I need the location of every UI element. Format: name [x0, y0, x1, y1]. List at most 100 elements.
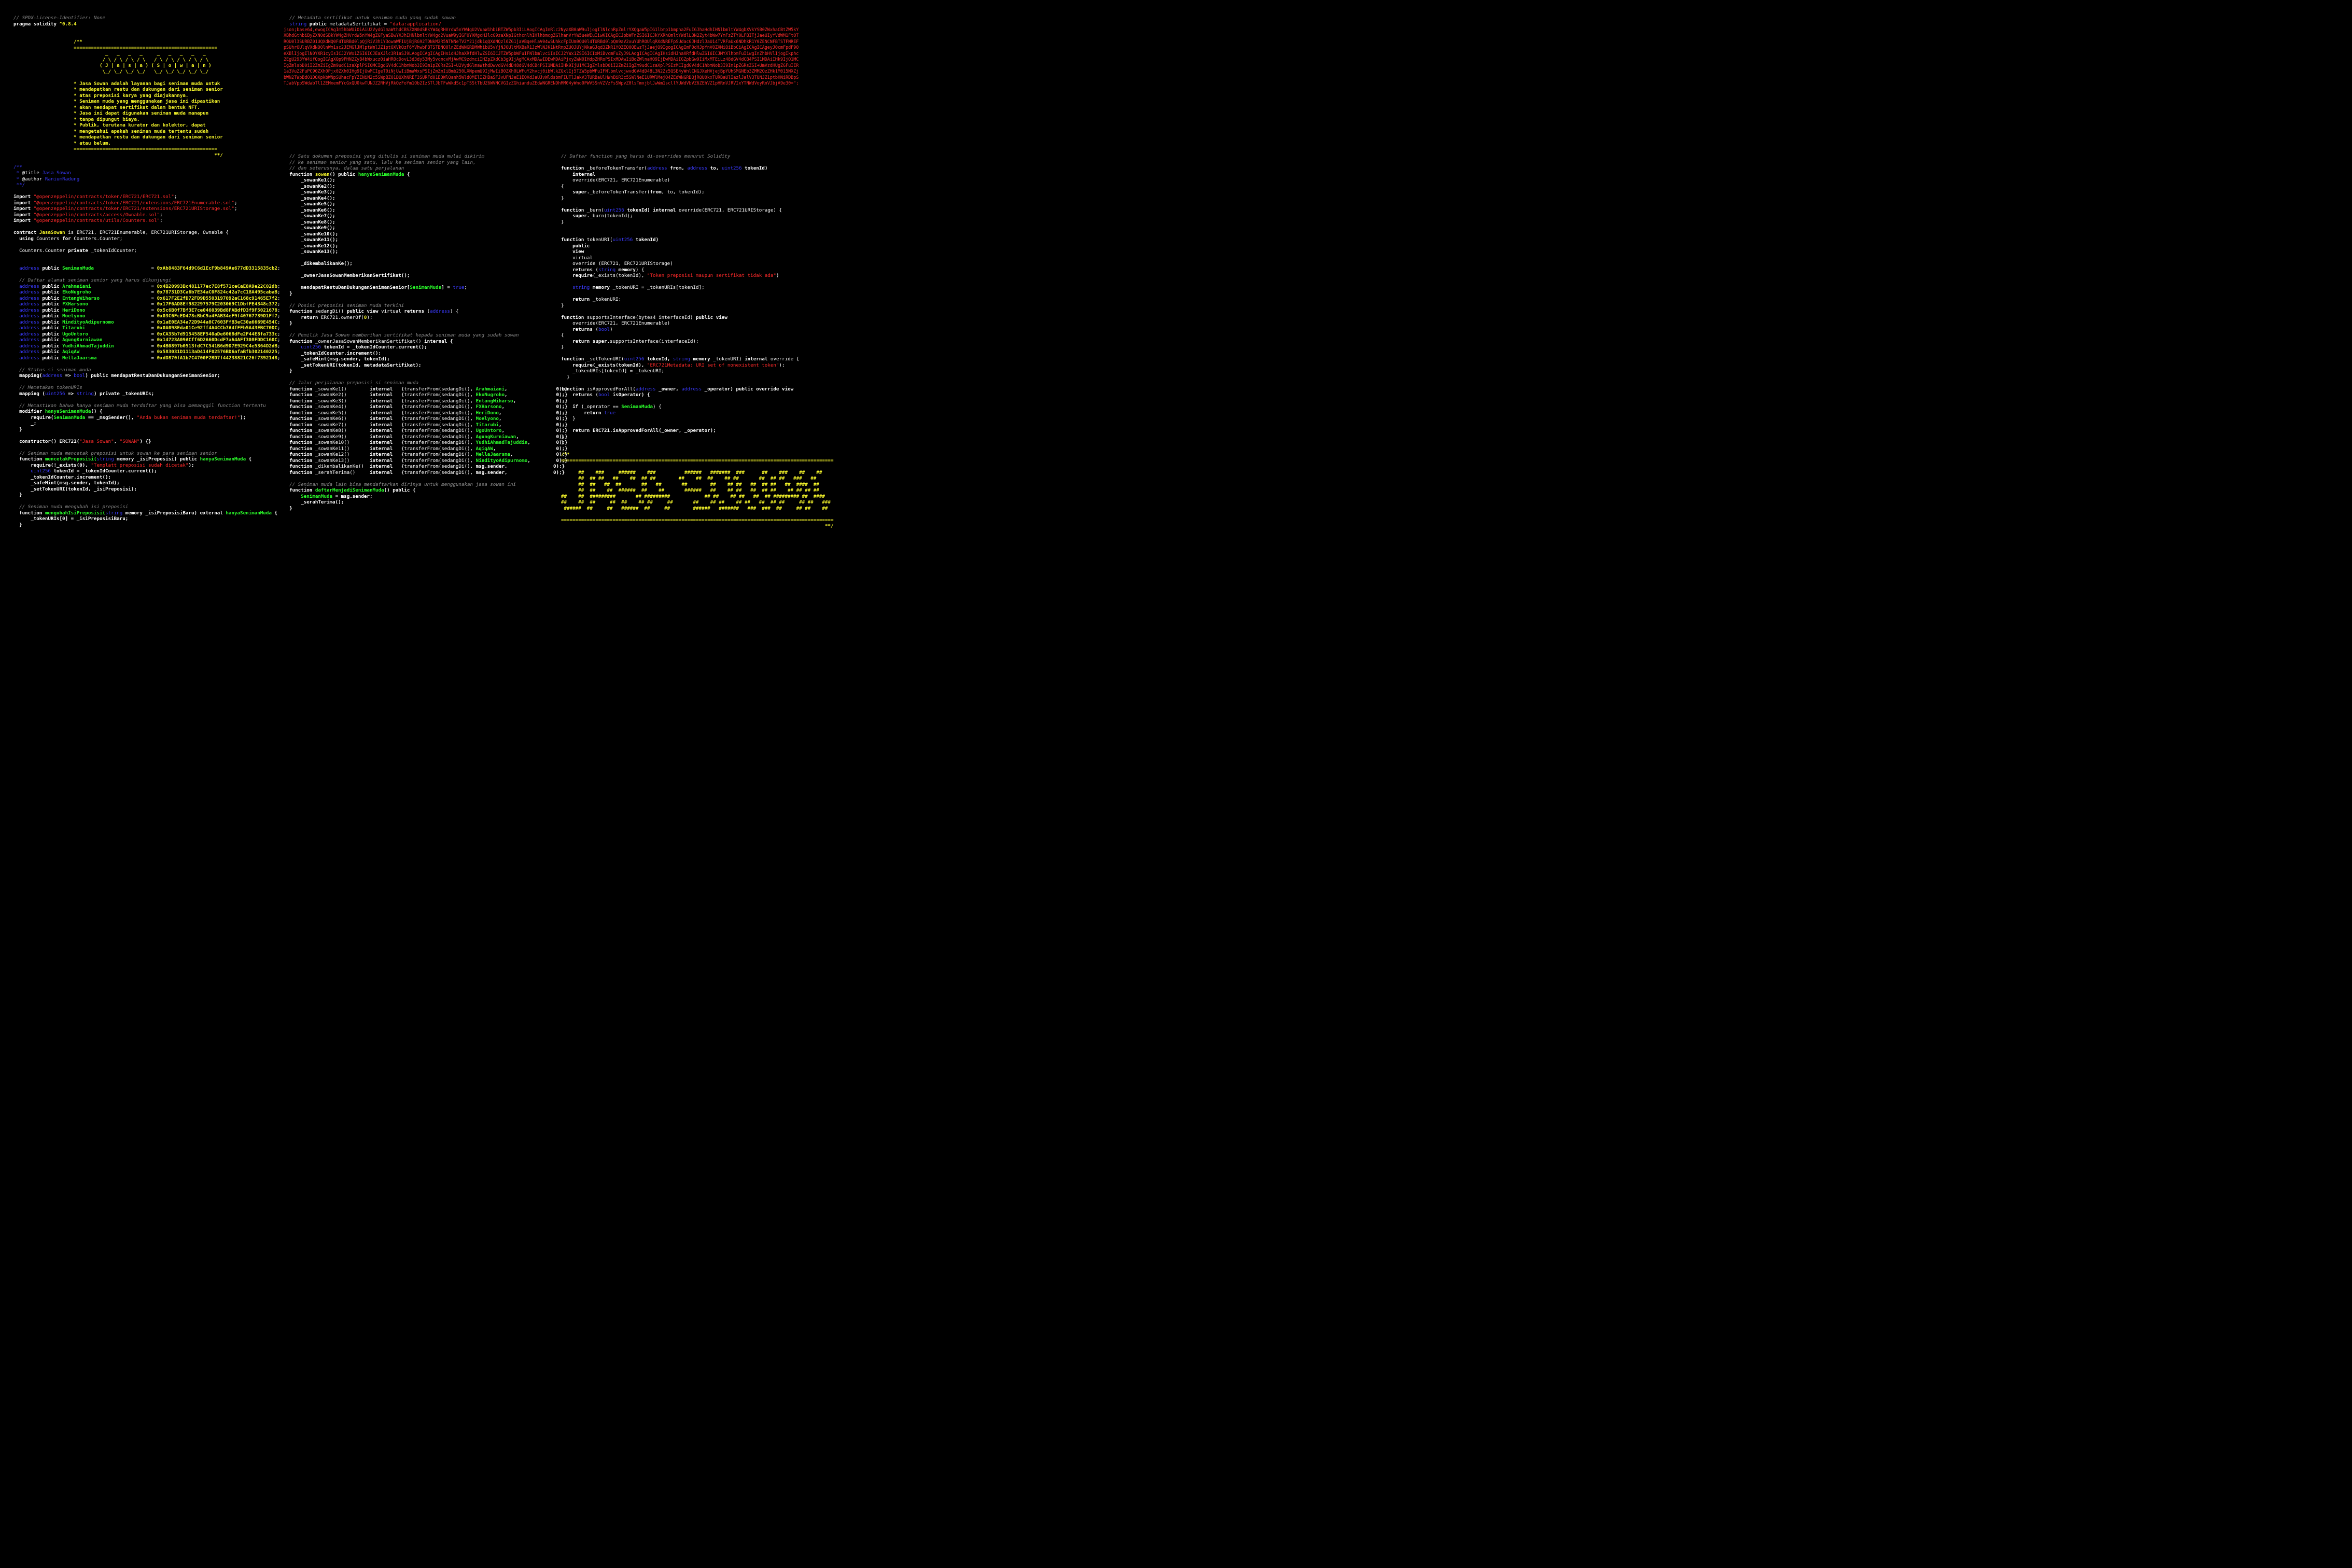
- code-token: address: [13, 313, 43, 319]
- code-token: _sowanKe9();: [284, 225, 335, 231]
- code-token: {transferFrom(sedangDi(),: [401, 433, 476, 440]
- code-token: mapping(: [13, 373, 43, 379]
- code-line: _sowanKe11();: [284, 237, 568, 243]
- code-token: // Seniman muda lain bisa mendaftarkan d…: [284, 481, 516, 487]
- code-token: for: [62, 235, 74, 242]
- code-token: , 0);}: [504, 386, 568, 392]
- code-token: function: [284, 398, 315, 404]
- code-token: {transferFrom(sedangDi(),: [401, 445, 476, 452]
- code-line: _sowanKe13();: [284, 249, 568, 255]
- code-token: public: [42, 265, 63, 271]
- code-line: // Jalur perjalanan preposisi si seniman…: [284, 380, 568, 386]
- code-token: super.: [561, 189, 590, 195]
- code-token: address: [687, 165, 710, 171]
- code-token: {transferFrom(sedangDi(),: [401, 422, 476, 428]
- code-line: function _sowanKe13() internal {transfer…: [284, 458, 568, 464]
- code-line: Counters.Counter private _tokenIdCounter…: [13, 248, 281, 254]
- code-token: bool: [598, 326, 610, 332]
- code-token: _serahTerima();: [284, 499, 344, 505]
- code-token: SenimanMuda: [284, 493, 333, 499]
- code-token: string: [598, 267, 619, 273]
- code-token: /**: [13, 164, 22, 170]
- code-line: _ownerJasaSowanMemberikanSertifikat();: [284, 273, 568, 279]
- code-token: , 0);}: [493, 445, 568, 452]
- code-line: _setTokenURI(tokenId, _isiPreposisi);: [13, 486, 281, 493]
- code-line: address public FXHarsono = 0x17F6AD8Ef98…: [13, 301, 280, 307]
- code-token: internal: [369, 392, 401, 398]
- code-token: AgungKurniawan: [475, 433, 516, 440]
- code-token: =: [85, 307, 157, 313]
- code-token: public: [42, 325, 63, 331]
- code-line: * atas preposisi karya yang diajukannya.: [13, 93, 281, 99]
- code-token: =: [91, 283, 157, 289]
- code-token: , 0);}: [504, 392, 568, 398]
- code-token: * mengetahui apakah seniman muda tertent…: [13, 128, 209, 134]
- code-token: function: [284, 422, 315, 428]
- code-token: Counters.Counter: [13, 247, 68, 254]
- code-line: _safeMint(msg.sender, tokenId);: [13, 480, 281, 486]
- code-token: function: [284, 416, 315, 422]
- code-token: 0x617F2E2fD72FD9D5503197092aC168c91465E7…: [157, 295, 277, 301]
- code-token: =: [102, 337, 157, 343]
- code-line: _sowanKe8();: [284, 219, 568, 226]
- code-token: sowan: [315, 171, 330, 177]
- code-token: internal: [369, 445, 401, 452]
- code-token: ;: [277, 319, 281, 325]
- code-line: // SPDX-License-Identifier: None: [13, 15, 281, 21]
- code-line: /**: [13, 39, 281, 45]
- code-token: _tokenURIs[tokenId] = _tokenURI;: [561, 368, 665, 374]
- code-token: _sowanKe4();: [284, 195, 335, 201]
- code-token: UgoUntoro: [62, 331, 88, 337]
- code-line: }: [13, 492, 281, 498]
- code-token: tokenId,: [647, 356, 673, 362]
- code-line: function _sowanKe6() internal {transferF…: [284, 416, 568, 422]
- code-token: function: [284, 440, 315, 445]
- code-token: {transferFrom(sedangDi(),: [401, 464, 476, 469]
- code-line: function _serahTerima() internal {transf…: [284, 470, 568, 476]
- code-token: ) {: [635, 267, 645, 273]
- code-line: require(_exists(tokenId), "Token preposi…: [561, 273, 833, 279]
- code-token: memory: [592, 285, 613, 290]
- code-token: 0xCA35b7d915458EF540aDe6068dFe2F44E8fa73…: [157, 331, 277, 337]
- code-token: );: [779, 362, 785, 368]
- code-token: }: [561, 440, 564, 445]
- code-line: }: [561, 303, 833, 309]
- code-token: Arahmaiani: [475, 386, 505, 392]
- code-token: function: [284, 386, 315, 392]
- code-token: ;: [277, 355, 281, 361]
- code-token: 0);}: [507, 464, 565, 469]
- code-line: _sowanKe12();: [284, 243, 568, 249]
- code-token: =>: [65, 373, 74, 379]
- code-line: * Jasa ini dapat digunakan seniman muda …: [13, 110, 281, 117]
- code-token: ========================================…: [13, 146, 217, 152]
- code-line: function _sowanKe12() internal {transfer…: [284, 452, 568, 458]
- code-token: {: [271, 510, 277, 516]
- code-token: // Seniman muda mencetak preposisi untuk…: [13, 450, 217, 456]
- code-token: return super.: [561, 338, 610, 344]
- code-token: NindityoAdipurnomo: [62, 319, 114, 325]
- code-line: address public EkoNugroho = 0x78731D3Ca6…: [13, 289, 280, 296]
- code-line: }: [13, 522, 281, 528]
- code-line: // Satu dokumen preposisi yang ditulis s…: [284, 153, 568, 160]
- code-token: public: [42, 355, 63, 361]
- code-line: _sowanKe7();: [284, 213, 568, 219]
- code-token: _sowanKe7(): [315, 422, 370, 428]
- code-token: 0x1aE0EA34a72D944a8C7603FfB3eC30a6669E45…: [157, 319, 277, 325]
- code-token: _sowanKe8(): [315, 428, 370, 433]
- code-token: }: [561, 344, 564, 350]
- code-token: _sowanKe10();: [284, 231, 339, 237]
- code-token: address: [13, 325, 43, 331]
- code-token: _sowanKe11(): [315, 445, 370, 452]
- code-token: * Seniman muda yang menggunakan jasa ini…: [13, 99, 220, 104]
- code-token: // ke seniman senior yang satu, lalu ke …: [284, 159, 476, 165]
- code-token: _operator) public override view: [704, 386, 794, 392]
- code-token: ========================================…: [561, 457, 834, 464]
- code-token: internal: [369, 404, 401, 410]
- code-token: require(: [13, 414, 54, 421]
- code-token: MellaJaarsma: [475, 452, 511, 457]
